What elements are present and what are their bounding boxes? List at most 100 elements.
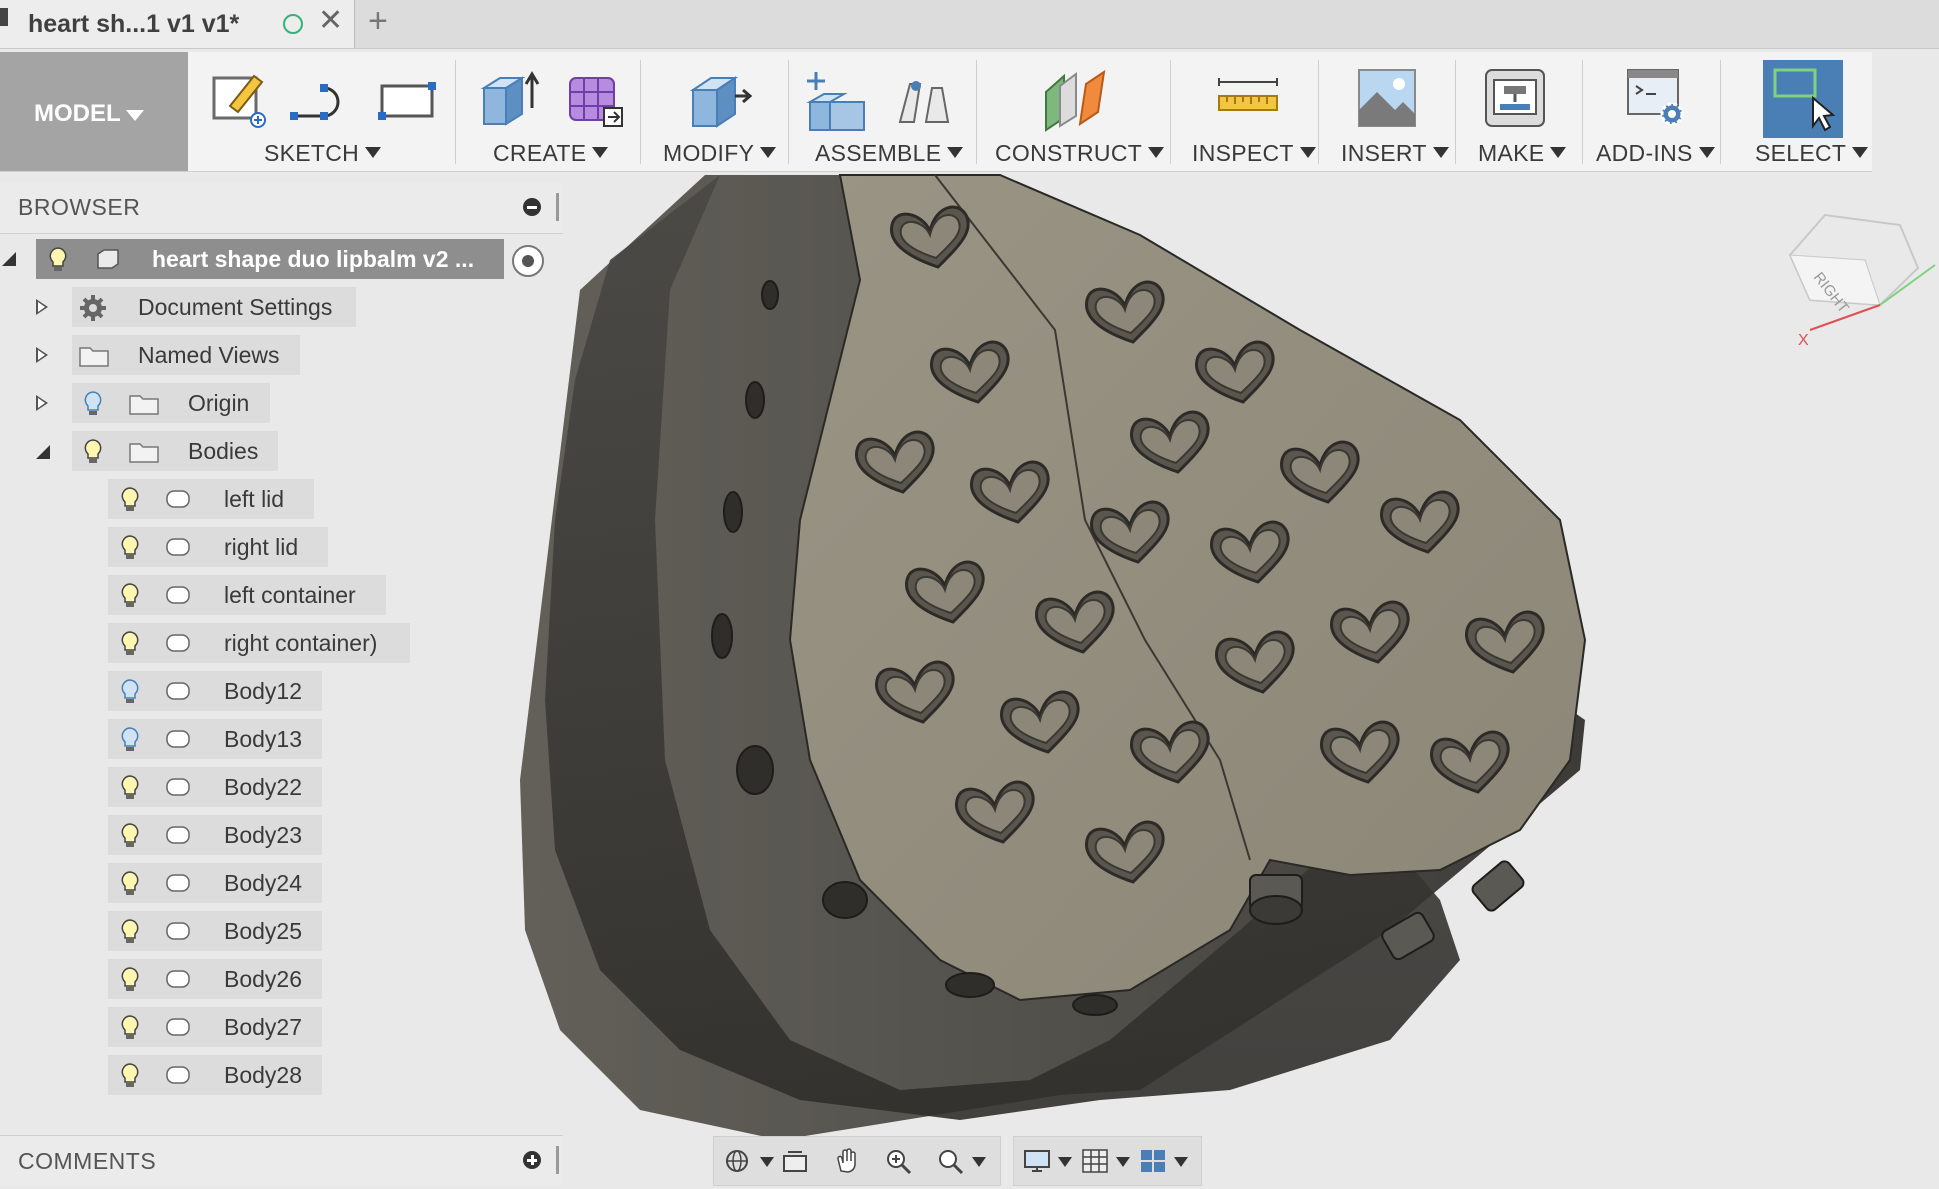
construct-menu[interactable]: CONSTRUCT <box>995 140 1165 167</box>
display-settings-bar <box>1013 1136 1202 1186</box>
body-row-body12[interactable]: Body12 <box>108 671 322 711</box>
body-label: Body26 <box>224 966 303 992</box>
arc-icon[interactable] <box>288 76 350 128</box>
visibility-bulb-icon[interactable] <box>116 774 144 802</box>
chevron-down-icon[interactable] <box>1174 1157 1188 1167</box>
zoom-window-icon[interactable] <box>936 1147 966 1175</box>
expand-toggle-icon[interactable] <box>36 347 48 363</box>
body-row-body24[interactable]: Body24 <box>108 863 322 903</box>
offset-plane-icon[interactable] <box>1040 66 1110 132</box>
visibility-bulb-icon[interactable] <box>116 534 144 562</box>
new-component-icon[interactable] <box>804 66 868 132</box>
visibility-bulb-icon[interactable] <box>116 678 144 706</box>
expand-toggle-icon[interactable] <box>36 299 48 315</box>
chevron-down-icon[interactable] <box>1116 1157 1130 1167</box>
workspace-switcher[interactable]: MODEL <box>0 52 188 171</box>
body-row-body27[interactable]: Body27 <box>108 1007 322 1047</box>
press-pull-icon[interactable] <box>683 66 753 130</box>
chevron-down-icon[interactable] <box>1058 1157 1072 1167</box>
visibility-bulb-icon[interactable] <box>116 582 144 610</box>
insert-menu[interactable]: INSERT <box>1341 140 1449 167</box>
insert-group: INSERT <box>1330 52 1450 171</box>
grid-icon[interactable] <box>1080 1147 1110 1175</box>
make-menu[interactable]: MAKE <box>1478 140 1567 167</box>
viewports-icon[interactable] <box>1138 1147 1168 1175</box>
modify-menu[interactable]: MODIFY <box>663 140 777 167</box>
visibility-bulb-icon[interactable] <box>79 438 107 466</box>
tree-root[interactable]: heart shape duo lipbalm v2 ... <box>0 239 556 279</box>
body-row-body28[interactable]: Body28 <box>108 1055 322 1095</box>
sketch-menu[interactable]: SKETCH <box>264 140 382 167</box>
new-tab-button[interactable]: + <box>368 4 388 38</box>
body-row-right-container[interactable]: right container) <box>108 623 410 663</box>
create-menu[interactable]: CREATE <box>493 140 609 167</box>
visibility-bulb-icon[interactable] <box>116 486 144 514</box>
chevron-down-icon <box>1550 147 1567 158</box>
create-sketch-icon[interactable] <box>210 70 268 128</box>
display-settings-icon[interactable] <box>1022 1147 1052 1175</box>
zoom-icon[interactable] <box>884 1147 914 1175</box>
body-row-body26[interactable]: Body26 <box>108 959 322 999</box>
visibility-bulb-icon[interactable] <box>116 870 144 898</box>
chevron-down-icon <box>592 147 609 158</box>
visibility-bulb-icon[interactable] <box>116 918 144 946</box>
tree-item-origin[interactable]: Origin <box>0 383 270 423</box>
form-icon[interactable] <box>562 68 626 130</box>
collapse-panel-icon[interactable] <box>523 198 541 216</box>
navigation-bar <box>713 1136 1001 1186</box>
comments-panel[interactable]: COMMENTS <box>0 1135 563 1185</box>
visibility-bulb-icon[interactable] <box>116 726 144 754</box>
body-icon <box>166 778 190 796</box>
3d-print-icon[interactable] <box>1482 66 1548 130</box>
measure-icon[interactable] <box>1215 76 1281 120</box>
activate-radio[interactable] <box>512 245 544 277</box>
select-icon[interactable] <box>1763 60 1843 138</box>
insert-image-icon[interactable] <box>1355 66 1419 130</box>
browser-title: BROWSER <box>18 194 141 220</box>
close-tab-icon[interactable]: ✕ <box>318 6 343 36</box>
body-row-body23[interactable]: Body23 <box>108 815 322 855</box>
visibility-bulb-icon[interactable] <box>116 966 144 994</box>
add-comment-icon[interactable] <box>523 1151 541 1169</box>
body-row-body22[interactable]: Body22 <box>108 767 322 807</box>
expand-toggle-icon[interactable] <box>2 252 16 266</box>
extrude-icon[interactable] <box>476 68 540 130</box>
body-label: Body28 <box>224 1062 303 1088</box>
panel-grip[interactable] <box>556 1146 559 1174</box>
visibility-bulb-icon[interactable] <box>44 246 72 274</box>
body-row-right-lid[interactable]: right lid <box>108 527 328 567</box>
pan-hand-icon[interactable] <box>832 1147 862 1175</box>
select-menu[interactable]: SELECT <box>1755 140 1869 167</box>
panel-grip[interactable] <box>556 193 559 221</box>
visibility-bulb-icon[interactable] <box>116 822 144 850</box>
folder-icon <box>79 347 109 367</box>
rectangle-icon[interactable] <box>376 76 438 128</box>
joint-icon[interactable] <box>892 70 954 132</box>
body-row-body25[interactable]: Body25 <box>108 911 322 951</box>
visibility-bulb-icon[interactable] <box>116 630 144 658</box>
assemble-menu[interactable]: ASSEMBLE <box>815 140 964 167</box>
expand-toggle-icon[interactable] <box>36 445 50 459</box>
add-ins-menu[interactable]: ADD-INS <box>1596 140 1715 167</box>
body-row-body13[interactable]: Body13 <box>108 719 322 759</box>
body-icon <box>166 634 190 652</box>
inspect-menu[interactable]: INSPECT <box>1192 140 1316 167</box>
visibility-bulb-icon[interactable] <box>79 390 107 418</box>
look-at-icon[interactable] <box>780 1147 810 1175</box>
tree-item-bodies[interactable]: Bodies <box>0 431 280 471</box>
body-row-left-container[interactable]: left container <box>108 575 386 615</box>
orbit-icon[interactable] <box>722 1147 752 1175</box>
expand-toggle-icon[interactable] <box>36 395 48 411</box>
construct-label: CONSTRUCT <box>995 140 1143 166</box>
divider <box>788 60 789 164</box>
tree-item-document-settings[interactable]: Document Settings <box>0 287 360 327</box>
visibility-bulb-icon[interactable] <box>116 1062 144 1090</box>
scripts-icon[interactable] <box>1624 66 1690 132</box>
chevron-down-icon[interactable] <box>972 1157 986 1167</box>
chevron-down-icon[interactable] <box>760 1157 774 1167</box>
view-cube[interactable]: RIGHT X <box>1788 213 1936 349</box>
tree-item-named-views[interactable]: Named Views <box>0 335 300 375</box>
visibility-bulb-icon[interactable] <box>116 1014 144 1042</box>
document-tab[interactable]: heart sh...1 v1 v1* ✕ <box>0 0 355 48</box>
body-row-left-lid[interactable]: left lid <box>108 479 314 519</box>
